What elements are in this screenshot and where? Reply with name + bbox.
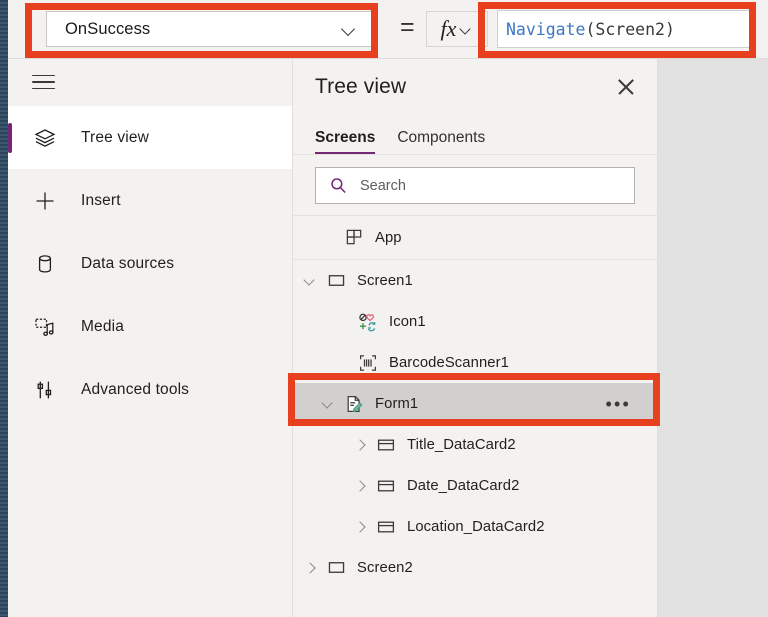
sidebar-item-label: Media	[81, 317, 124, 335]
hamburger-menu-button[interactable]	[8, 58, 292, 106]
row-more-options-button[interactable]: •••	[605, 395, 631, 413]
chevron-down-icon	[459, 22, 473, 36]
tree-row-app[interactable]: App	[293, 216, 657, 260]
powerapps-studio-window: OnSuccess = fx Navigate (Screen2) Tree v…	[0, 0, 768, 617]
chevron-right-icon[interactable]	[353, 519, 368, 534]
tree-item-list: App Screen1 Icon1 BarcodeScanner1 Form1 …	[293, 216, 657, 588]
close-icon[interactable]	[613, 74, 639, 100]
formula-input[interactable]: Navigate (Screen2)	[497, 10, 753, 48]
tree-row-label: Date_DataCard2	[407, 477, 520, 494]
selection-indicator	[8, 122, 12, 153]
hamburger-menu-icon	[32, 74, 55, 90]
advanced-tools-icon	[32, 377, 58, 403]
screen-icon	[325, 557, 347, 579]
sidebar-item-tree-view[interactable]: Tree view	[8, 106, 292, 169]
tab-screens[interactable]: Screens	[315, 129, 376, 154]
chevron-placeholder	[335, 355, 350, 370]
tree-view-header: Tree view	[293, 58, 657, 116]
fx-icon: fx	[440, 16, 457, 41]
tree-view-panel: Tree view Screens Components Search App …	[293, 58, 658, 617]
chevron-down-icon[interactable]	[321, 396, 336, 411]
data-card-icon	[375, 516, 397, 538]
database-icon	[32, 251, 58, 277]
sidebar-item-media[interactable]: Media	[8, 295, 292, 358]
icons-gallery-icon	[357, 311, 379, 333]
tree-view-tabs: Screens Components	[293, 116, 657, 155]
tree-row-label: Screen2	[357, 559, 413, 576]
sidebar-item-insert[interactable]: Insert	[8, 169, 292, 232]
formula-bar: OnSuccess = fx Navigate (Screen2)	[8, 0, 768, 59]
app-icon	[343, 227, 365, 249]
tree-row-label: App	[375, 229, 402, 246]
formula-function-token: Navigate	[506, 19, 586, 39]
tree-row-label: Title_DataCard2	[407, 436, 516, 453]
plus-icon	[32, 188, 58, 214]
tree-row-icon1[interactable]: Icon1	[293, 301, 657, 342]
media-icon	[32, 314, 58, 340]
tree-row-title-datacard2[interactable]: Title_DataCard2	[293, 424, 657, 465]
window-left-edge-strip	[0, 0, 8, 617]
sidebar-item-advanced-tools[interactable]: Advanced tools	[8, 358, 292, 421]
chevron-placeholder	[321, 230, 336, 245]
fx-button[interactable]: fx	[426, 11, 488, 47]
data-card-icon	[375, 475, 397, 497]
tree-row-label: Location_DataCard2	[407, 518, 545, 535]
sidebar-item-label: Tree view	[81, 128, 149, 146]
tree-row-label: Icon1	[389, 313, 426, 330]
search-container: Search	[293, 155, 657, 216]
sidebar-item-label: Data sources	[81, 254, 175, 272]
tree-row-form1[interactable]: Form1 •••	[293, 383, 657, 424]
layers-icon	[32, 125, 58, 151]
search-placeholder: Search	[360, 177, 406, 194]
panel-title: Tree view	[315, 75, 407, 98]
tree-row-label: BarcodeScanner1	[389, 354, 509, 371]
chevron-placeholder	[335, 314, 350, 329]
tree-row-location-datacard2[interactable]: Location_DataCard2	[293, 506, 657, 547]
tree-row-screen2[interactable]: Screen2	[293, 547, 657, 588]
chevron-down-icon	[340, 20, 358, 38]
formula-argument-token: (Screen2)	[585, 19, 675, 39]
search-input[interactable]: Search	[315, 167, 635, 204]
sidebar-item-label: Insert	[81, 191, 121, 209]
left-sidebar: Tree view Insert Data sources Media Adva…	[8, 58, 293, 617]
tree-row-label: Screen1	[357, 272, 413, 289]
sidebar-item-label: Advanced tools	[81, 380, 190, 398]
sidebar-item-data-sources[interactable]: Data sources	[8, 232, 292, 295]
tree-row-label: Form1	[375, 395, 419, 412]
chevron-down-icon[interactable]	[303, 273, 318, 288]
property-dropdown[interactable]: OnSuccess	[46, 11, 373, 47]
tree-row-barcodescanner1[interactable]: BarcodeScanner1	[293, 342, 657, 383]
screen-icon	[325, 270, 347, 292]
tree-row-screen1[interactable]: Screen1	[293, 260, 657, 301]
chevron-right-icon[interactable]	[303, 560, 318, 575]
app-canvas-area	[658, 58, 768, 617]
data-card-icon	[375, 434, 397, 456]
search-icon	[329, 176, 348, 195]
barcode-scanner-icon	[357, 352, 379, 374]
chevron-right-icon[interactable]	[353, 437, 368, 452]
equals-sign: =	[400, 13, 415, 41]
tab-components[interactable]: Components	[397, 129, 485, 154]
form-edit-icon	[343, 393, 365, 415]
tree-row-date-datacard2[interactable]: Date_DataCard2	[293, 465, 657, 506]
property-dropdown-value: OnSuccess	[65, 19, 151, 38]
chevron-right-icon[interactable]	[353, 478, 368, 493]
